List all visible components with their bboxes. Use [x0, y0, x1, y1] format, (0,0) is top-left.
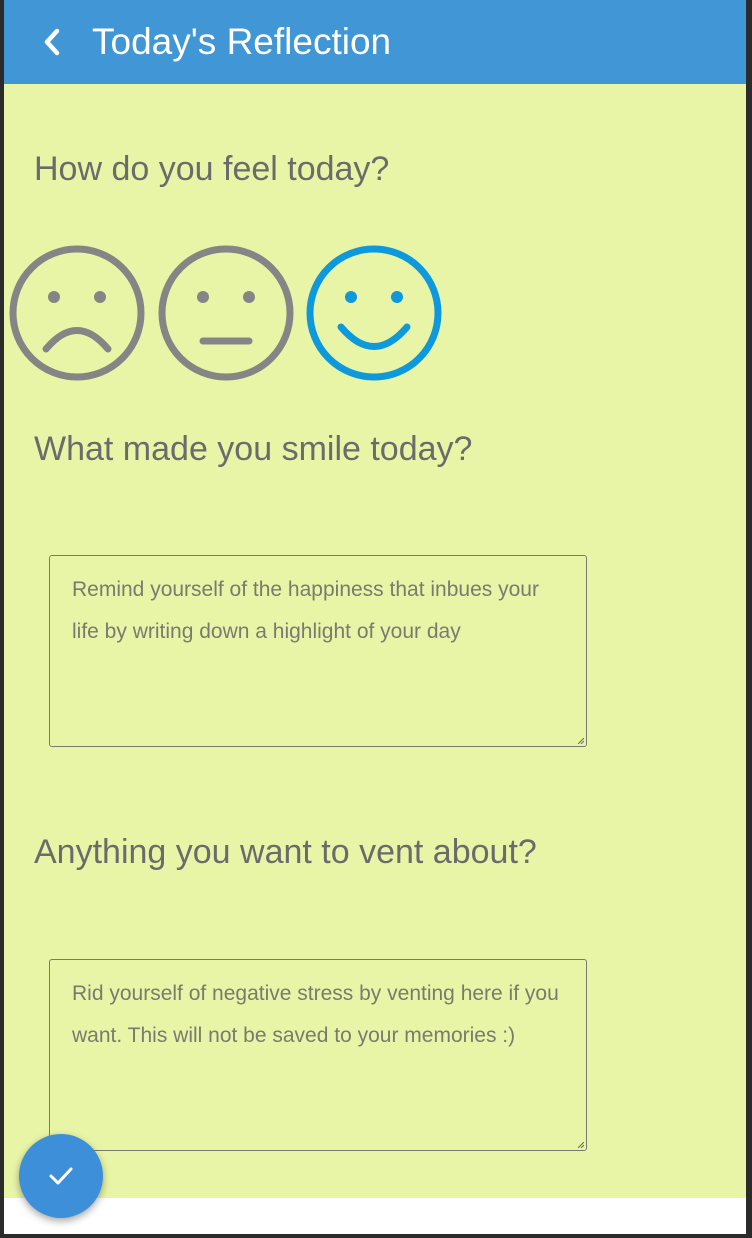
resize-grip-icon[interactable] — [578, 738, 584, 744]
vent-question: Anything you want to vent about? — [34, 833, 537, 871]
chevron-left-icon — [44, 28, 60, 56]
smile-placeholder: Remind yourself of the happiness that in… — [72, 578, 539, 643]
mood-question: How do you feel today? — [34, 150, 390, 188]
top-app-bar: Today's Reflection — [4, 0, 746, 84]
reflection-screen: Today's Reflection How do you feel today… — [4, 0, 746, 1234]
resize-grip-icon[interactable] — [578, 1142, 584, 1148]
neutral-face-icon[interactable] — [157, 244, 295, 382]
checkmark-icon — [49, 1167, 73, 1185]
back-button[interactable] — [32, 22, 72, 62]
submit-fab-button[interactable] — [19, 1134, 103, 1218]
smile-question: What made you smile today? — [34, 430, 473, 468]
smile-textarea[interactable]: Remind yourself of the happiness that in… — [49, 555, 587, 747]
page-title: Today's Reflection — [92, 21, 392, 62]
happy-face-icon[interactable] — [305, 244, 443, 382]
sad-face-icon[interactable] — [8, 244, 146, 382]
vent-textarea[interactable]: Rid yourself of negative stress by venti… — [49, 959, 587, 1151]
vent-placeholder: Rid yourself of negative stress by venti… — [72, 982, 559, 1047]
